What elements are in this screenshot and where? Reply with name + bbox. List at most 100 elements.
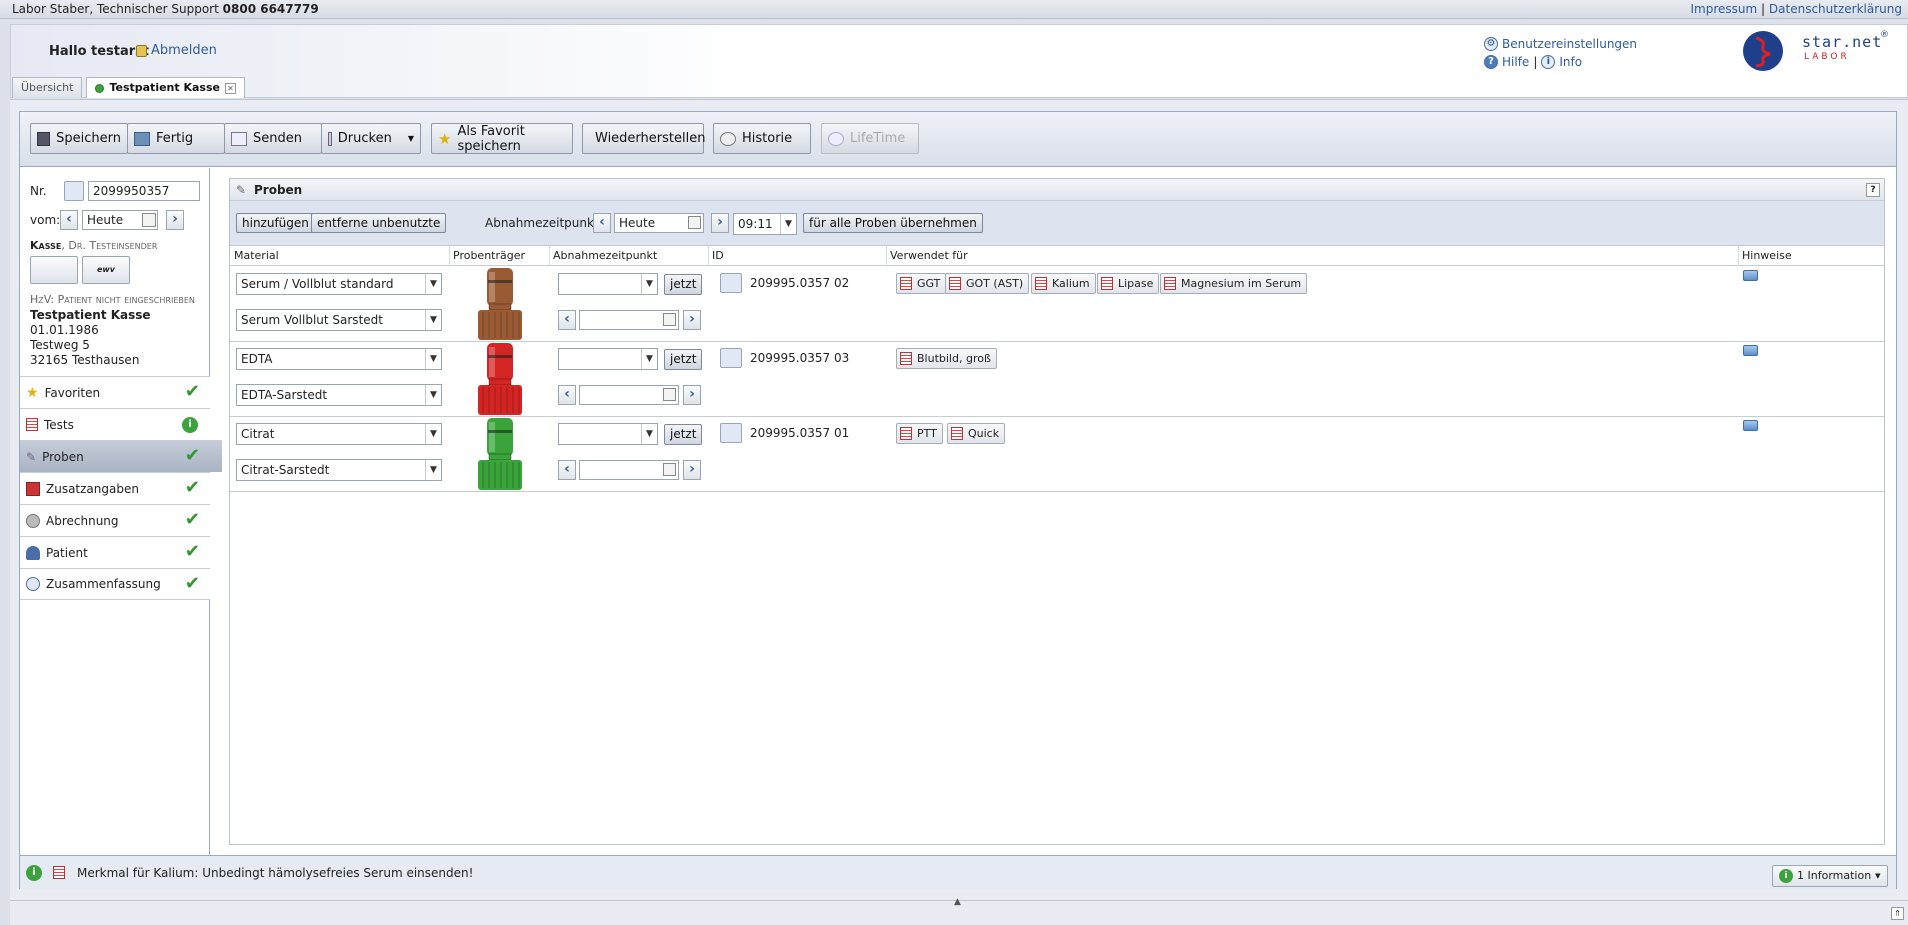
save-button[interactable]: Speichern [30,123,128,154]
pipette-icon: ✎ [236,183,247,197]
test-tag[interactable]: GGT [896,273,947,294]
print-button[interactable]: Drucken ▼ [321,123,421,154]
info-link[interactable]: Info [1559,53,1582,71]
restore-button[interactable]: Wiederherstellen [582,123,705,154]
check-icon: ✔ [184,381,200,402]
test-tag[interactable]: Lipase [1097,273,1160,294]
next-date-button[interactable]: › [683,385,701,405]
material-select[interactable]: Serum / Vollblut standard ▼ [236,273,442,295]
time-select[interactable]: ▼ [558,273,658,295]
now-button[interactable]: jetzt [664,349,703,370]
test-tag[interactable]: Blutbild, groß [896,348,997,369]
form-icon[interactable] [30,256,78,284]
done-button[interactable]: Fertig [127,123,225,154]
tab-overview[interactable]: Übersicht [12,77,83,98]
note-icon[interactable] [1743,345,1758,356]
tab-patient[interactable]: Testpatient Kasse ✕ [86,77,245,98]
calendar-icon[interactable] [688,216,701,229]
test-tag[interactable]: PTT [896,423,943,444]
step-navigation: ★ Favoriten ✔ Tests i ✎ Proben ✔ Zusatzangabe… [20,376,222,600]
barcode-scan-icon[interactable] [720,348,742,368]
test-list-icon [53,866,65,879]
nav-item-favoriten[interactable]: ★ Favoriten ✔ [20,376,210,408]
calendar-icon[interactable] [663,388,676,401]
next-date-button[interactable]: › [166,210,184,230]
chevron-down-icon: ▼ [425,310,441,330]
collapse-icon[interactable]: ▲ [954,897,961,907]
container-select[interactable]: EDTA-Sarstedt ▼ [236,384,442,406]
info-icon: i [26,865,42,881]
calendar-icon[interactable] [142,213,156,227]
help-link[interactable]: Hilfe [1502,53,1529,71]
settings-link[interactable]: Benutzereinstellungen [1502,35,1637,53]
test-tag[interactable]: GOT (AST) [945,273,1030,294]
sample-id: 209995.0357 02 [720,273,849,293]
chevron-down-icon[interactable]: ▼ [408,134,414,143]
nav-item-proben[interactable]: ✎ Proben ✔ [20,440,222,472]
samples-table-header: Material Probenträger Abnahmezeitpunkt I… [230,246,1884,266]
container-select[interactable]: Serum Vollblut Sarstedt ▼ [236,309,442,331]
barcode-scan-icon[interactable] [720,423,742,443]
apply-all-button[interactable]: für alle Proben übernehmen [803,213,983,233]
prev-date-button[interactable]: ‹ [593,213,611,233]
prev-date-button[interactable]: ‹ [558,385,576,405]
nav-item-tests[interactable]: Tests i [20,408,210,440]
calendar-icon[interactable] [663,463,676,476]
test-list-icon [900,427,912,440]
logout-button[interactable]: Abmelden [136,43,217,58]
prev-date-button[interactable]: ‹ [60,210,78,230]
nav-item-abrechnung[interactable]: Abrechnung ✔ [20,504,210,536]
test-tag[interactable]: Quick [947,423,1006,444]
chevron-down-icon: ▼ [1875,872,1881,880]
ewv-button[interactable]: ewv [82,256,130,284]
order-number-field[interactable]: 2099950357 [88,181,200,201]
send-button[interactable]: Senden [224,123,322,154]
information-button[interactable]: i 1 Information ▼ [1772,865,1888,887]
lifetime-label: LifeTime [850,131,906,146]
prev-date-button[interactable]: ‹ [558,310,576,330]
material-select[interactable]: EDTA ▼ [236,348,442,370]
nav-item-zusatzangaben[interactable]: Zusatzangaben ✔ [20,472,210,504]
info-icon: i [1779,869,1793,883]
note-icon[interactable] [1743,420,1758,431]
starnet-logo: star.net ® LABOR [1742,30,1892,72]
col-notes: Hinweise [1742,249,1792,262]
close-tab-icon[interactable]: ✕ [224,82,236,94]
now-button[interactable]: jetzt [664,274,703,295]
time-select[interactable]: ▼ [558,423,658,445]
test-tag-label: Lipase [1118,277,1154,290]
nav-item-zusammenfassung[interactable]: Zusammenfassung ✔ [20,568,210,600]
prev-date-button[interactable]: ‹ [558,460,576,480]
order-number-row: Nr. 2099950357 [30,181,200,201]
scroll-top-icon[interactable]: ⇑ [1891,907,1904,920]
calendar-icon[interactable] [663,313,676,326]
time-select[interactable]: 09:11 ▼ [733,213,797,235]
favorite-button[interactable]: ★ Als Favorit speichern [431,123,573,154]
barcode-scan-icon[interactable] [64,181,84,201]
time-select[interactable]: ▼ [558,348,658,370]
greeting: Hallo testarzt [49,44,149,59]
next-date-button[interactable]: › [711,213,729,233]
impressum-link[interactable]: Impressum [1691,2,1758,16]
barcode-scan-icon[interactable] [720,273,742,293]
note-icon[interactable] [1743,270,1758,281]
remove-unused-button[interactable]: entferne unbenutzte [311,213,447,233]
add-sample-button[interactable]: hinzufügen [236,213,315,233]
nav-item-patient[interactable]: Patient ✔ [20,536,210,568]
logout-link[interactable]: Abmelden [151,43,217,58]
test-tag[interactable]: Kalium [1031,273,1096,294]
test-tag-label: Kalium [1052,277,1090,290]
help-button[interactable]: ? [1866,183,1880,197]
next-date-button[interactable]: › [683,310,701,330]
now-button[interactable]: jetzt [664,424,703,445]
test-tag[interactable]: Magnesium im Serum [1160,273,1308,294]
container-select[interactable]: Citrat-Sarstedt ▼ [236,459,442,481]
history-button[interactable]: Historie [713,123,811,154]
col-material: Material [234,249,279,262]
bottom-bar: ▲ ⇑ [10,897,1908,925]
nr-label: Nr. [30,184,47,198]
privacy-link[interactable]: Datenschutzerklärung [1769,2,1902,16]
legal-links: Impressum | Datenschutzerklärung [1691,0,1902,18]
next-date-button[interactable]: › [683,460,701,480]
material-select[interactable]: Citrat ▼ [236,423,442,445]
